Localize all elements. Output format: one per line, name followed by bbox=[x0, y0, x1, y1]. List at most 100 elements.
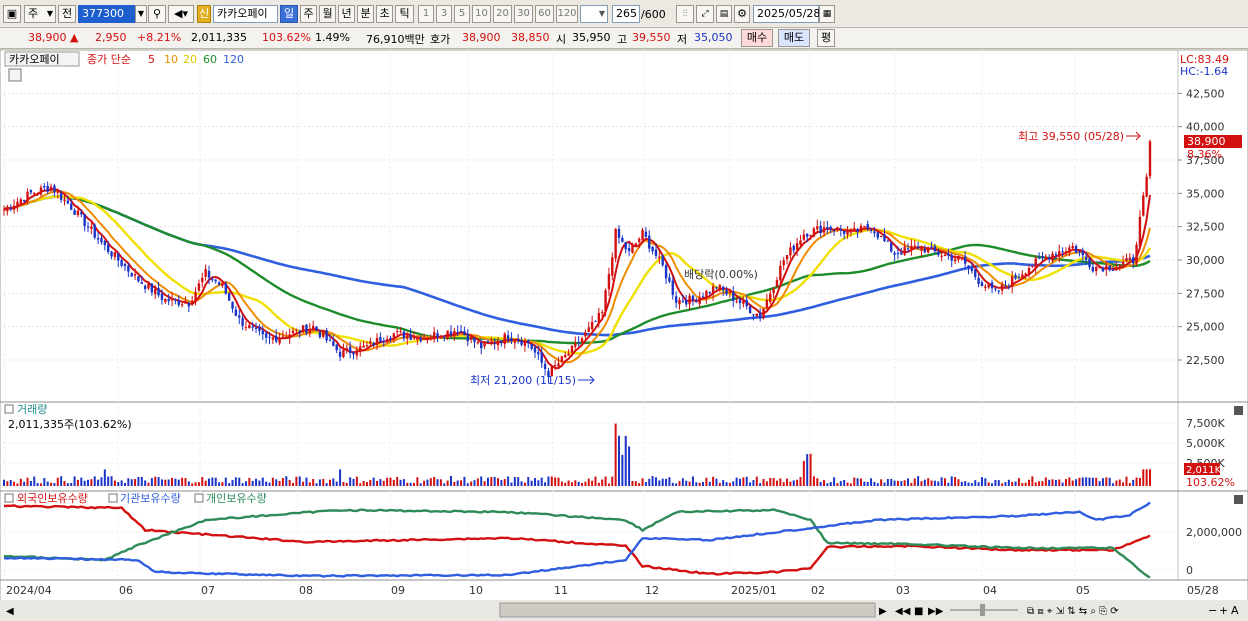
panel-menu-icon[interactable] bbox=[4, 404, 14, 414]
candle-body bbox=[1074, 246, 1078, 253]
zoom-in-icon[interactable]: + bbox=[1219, 604, 1228, 617]
volume-bar bbox=[883, 482, 886, 486]
period-tick[interactable]: 틱 bbox=[395, 5, 414, 23]
period-day[interactable]: 일 bbox=[280, 5, 298, 23]
volume-bar bbox=[507, 476, 510, 486]
stock-chart[interactable]: 22,50025,00027,50030,00032,50035,00037,5… bbox=[0, 50, 1248, 621]
panel-menu-icon[interactable] bbox=[4, 493, 14, 503]
candle-body bbox=[419, 338, 422, 342]
speaker-icon[interactable]: ◀▾ bbox=[168, 5, 194, 23]
candle-body bbox=[1061, 251, 1064, 253]
volume-bar bbox=[50, 482, 53, 486]
candle-body bbox=[758, 312, 762, 319]
volume-bar bbox=[520, 481, 523, 486]
interval-120[interactable]: 120 bbox=[556, 5, 578, 23]
calc-icon[interactable] bbox=[8, 68, 22, 82]
period-minute[interactable]: 분 bbox=[357, 5, 374, 23]
close-panel-icon[interactable] bbox=[1234, 495, 1243, 504]
volume-bar bbox=[849, 483, 852, 486]
window-icon[interactable]: ▣ bbox=[3, 5, 21, 23]
code-input[interactable]: 377300 bbox=[78, 5, 136, 23]
candle-body bbox=[816, 226, 819, 230]
volume-bar bbox=[611, 476, 614, 486]
panel-menu-icon[interactable] bbox=[108, 493, 118, 503]
rewind-icon[interactable]: ◀◀ bbox=[895, 606, 911, 617]
candle-body bbox=[792, 245, 795, 251]
search-icon[interactable]: ⚲ bbox=[148, 5, 166, 23]
prev-button[interactable]: 전 bbox=[58, 5, 76, 23]
interval-60[interactable]: 60 bbox=[535, 5, 554, 23]
gear-icon[interactable]: ⚙ bbox=[734, 5, 750, 23]
candle-body bbox=[937, 252, 940, 255]
interval-5[interactable]: 5 bbox=[454, 5, 470, 23]
save-icon[interactable]: ▤ bbox=[716, 5, 732, 23]
stop-icon[interactable]: ■ bbox=[914, 606, 923, 617]
volume-bar bbox=[702, 482, 705, 486]
calendar-icon[interactable]: ▦ bbox=[819, 5, 835, 23]
scroll-left-icon[interactable]: ◀ bbox=[6, 606, 14, 617]
scrollbar-thumb[interactable] bbox=[499, 602, 876, 618]
zoom-out-icon[interactable]: − bbox=[1208, 604, 1217, 617]
avg-button[interactable]: 평 bbox=[817, 29, 835, 47]
sell-button[interactable]: 매도 bbox=[778, 29, 810, 47]
chart-type-icon[interactable]: ⫶⫶ bbox=[676, 5, 694, 23]
period-second[interactable]: 초 bbox=[376, 5, 393, 23]
chevron-down-icon[interactable]: ▼ bbox=[135, 5, 147, 23]
candle-body bbox=[365, 345, 369, 347]
candle-body bbox=[1034, 258, 1037, 268]
volume-bar bbox=[463, 476, 466, 486]
time-tick-label: 05 bbox=[1076, 584, 1090, 597]
volume-bar bbox=[453, 481, 456, 486]
font-size-icon[interactable]: A bbox=[1231, 604, 1239, 617]
candle-body bbox=[829, 226, 832, 230]
interval-1[interactable]: 1 bbox=[418, 5, 434, 23]
period-year[interactable]: 년 bbox=[338, 5, 355, 23]
candle-body bbox=[859, 225, 863, 233]
layout-icons[interactable]: ⧉ ⧈ ⌖ ⇲ ⇅ ⇆ ⌕ ⎘ ⟳ bbox=[1027, 606, 1119, 617]
volume-bar bbox=[1081, 477, 1084, 486]
volume-bar bbox=[991, 483, 994, 486]
volume-bar bbox=[584, 481, 587, 486]
candle-body bbox=[1125, 257, 1128, 262]
volume-bar bbox=[1034, 482, 1037, 486]
volume-bar bbox=[937, 481, 940, 486]
candle-body bbox=[157, 288, 160, 296]
volume-bar bbox=[1001, 483, 1004, 486]
candle-body bbox=[56, 191, 59, 193]
candle-body bbox=[587, 327, 590, 332]
interval-30[interactable]: 30 bbox=[514, 5, 533, 23]
interval-3[interactable]: 3 bbox=[436, 5, 452, 23]
scroll-right-icon[interactable]: ▶ bbox=[879, 606, 887, 617]
volume-bar bbox=[120, 480, 123, 486]
volume-bar bbox=[607, 483, 610, 486]
candle-body bbox=[506, 335, 510, 340]
volume-bar bbox=[1051, 479, 1054, 486]
count-input[interactable]: 265 bbox=[612, 5, 640, 23]
forward-icon[interactable]: ▶▶ bbox=[928, 606, 944, 617]
candle-body bbox=[352, 352, 355, 355]
toolbar: ▣ 주 ▼ 전 377300 ▼ ⚲ ◀▾ 신 카카오페이 일 주 월 년 분 초… bbox=[0, 0, 1248, 28]
volume-bar bbox=[147, 482, 150, 486]
volume-bar bbox=[87, 479, 90, 486]
candle-body bbox=[997, 290, 1000, 292]
close-panel-icon[interactable] bbox=[1234, 406, 1243, 415]
interval-10[interactable]: 10 bbox=[472, 5, 491, 23]
candle-body bbox=[849, 229, 853, 233]
stock-name-field: 카카오페이 bbox=[213, 5, 278, 23]
market-select[interactable]: 주 ▼ bbox=[24, 5, 56, 23]
zoom-slider-handle[interactable] bbox=[980, 604, 985, 616]
date-input[interactable]: 2025/05/28 bbox=[753, 5, 820, 23]
period-week[interactable]: 주 bbox=[300, 5, 317, 23]
period-month[interactable]: 월 bbox=[319, 5, 336, 23]
time-tick-label: 03 bbox=[896, 584, 910, 597]
volume-bar bbox=[833, 477, 836, 486]
draw-tool-icon[interactable]: ⤢ bbox=[696, 5, 714, 23]
panel-menu-icon[interactable] bbox=[194, 493, 204, 503]
price-tick-label: 35,000 bbox=[1186, 187, 1225, 200]
volume-bar bbox=[174, 478, 177, 486]
volume-bar bbox=[913, 478, 916, 486]
interval-select[interactable]: ▼ bbox=[580, 5, 608, 23]
buy-button[interactable]: 매수 bbox=[741, 29, 773, 47]
candle-body bbox=[227, 293, 231, 301]
interval-20[interactable]: 20 bbox=[493, 5, 512, 23]
